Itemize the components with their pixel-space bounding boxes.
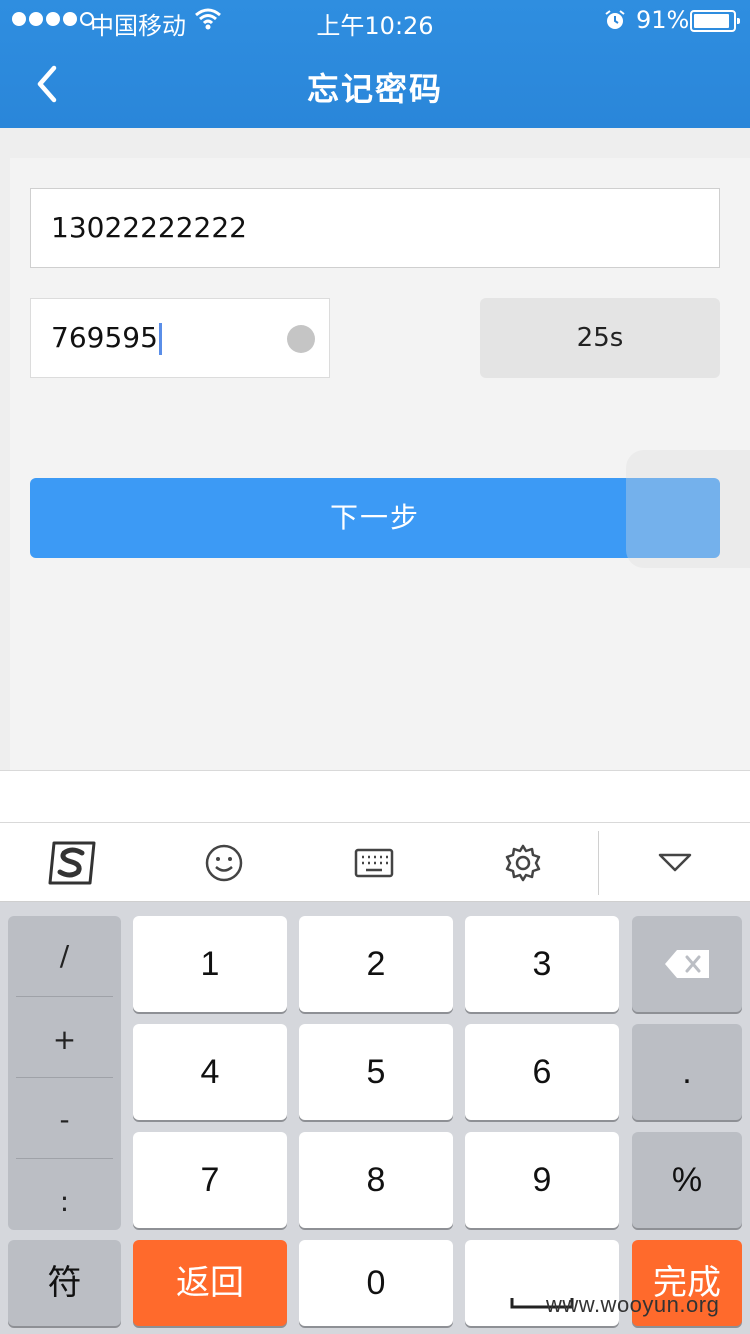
key-plus[interactable]: + <box>16 1000 113 1080</box>
key-slash[interactable]: / <box>16 916 113 996</box>
next-step-button[interactable]: 下一步 <box>30 478 720 558</box>
backspace-key[interactable] <box>632 916 742 1012</box>
key-percent[interactable]: % <box>632 1132 742 1228</box>
key-3[interactable]: 3 <box>465 916 619 1012</box>
key-minus[interactable]: - <box>16 1080 113 1160</box>
keyboard-candidate-bar <box>0 770 750 822</box>
numeric-keypad: / + - : 1 2 3 4 5 6 . 7 8 9 % 符 返回 0 完成 <box>0 902 750 1334</box>
keyboard-toolbar <box>0 822 750 902</box>
sogou-logo-icon[interactable] <box>48 837 100 889</box>
verification-code-value: 769595 <box>51 321 158 354</box>
status-bar: 中国移动 上午10:26 91% <box>0 0 750 40</box>
key-dot[interactable]: . <box>632 1024 742 1120</box>
key-9[interactable]: 9 <box>465 1132 619 1228</box>
key-5[interactable]: 5 <box>299 1024 453 1120</box>
keyboard-icon[interactable] <box>348 837 400 889</box>
gear-icon[interactable] <box>497 837 549 889</box>
key-7[interactable]: 7 <box>133 1132 287 1228</box>
key-separator <box>16 996 113 997</box>
text-caret <box>158 323 162 355</box>
resend-countdown-button[interactable]: 25s <box>480 298 720 378</box>
app-header: 中国移动 上午10:26 91% 忘记密码 <box>0 0 750 128</box>
phone-input[interactable]: 13022222222 <box>30 188 720 268</box>
return-key[interactable]: 返回 <box>133 1240 287 1326</box>
key-0[interactable]: 0 <box>299 1240 453 1326</box>
toolbar-divider <box>598 831 599 895</box>
backspace-icon <box>665 950 709 978</box>
key-4[interactable]: 4 <box>133 1024 287 1120</box>
alarm-icon <box>604 9 626 37</box>
clear-input-icon[interactable] <box>287 325 315 366</box>
key-separator <box>16 1077 113 1078</box>
key-6[interactable]: 6 <box>465 1024 619 1120</box>
key-colon[interactable]: : <box>16 1162 113 1242</box>
symbol-key[interactable]: 符 <box>8 1240 121 1326</box>
verification-code-input[interactable]: 769595 <box>30 298 330 378</box>
battery-percent: 91% <box>636 6 690 34</box>
floating-assistive-touch[interactable] <box>626 450 750 568</box>
page-title: 忘记密码 <box>306 70 443 108</box>
key-8[interactable]: 8 <box>299 1132 453 1228</box>
emoji-icon[interactable] <box>198 837 250 889</box>
battery-fill <box>694 14 729 28</box>
key-1[interactable]: 1 <box>133 916 287 1012</box>
key-separator <box>16 1158 113 1159</box>
symbol-column: / + - : <box>8 916 121 1230</box>
battery-icon <box>690 10 740 32</box>
watermark: www.wooyun.org <box>546 1292 720 1317</box>
collapse-keyboard-icon[interactable] <box>649 837 701 889</box>
key-2[interactable]: 2 <box>299 916 453 1012</box>
